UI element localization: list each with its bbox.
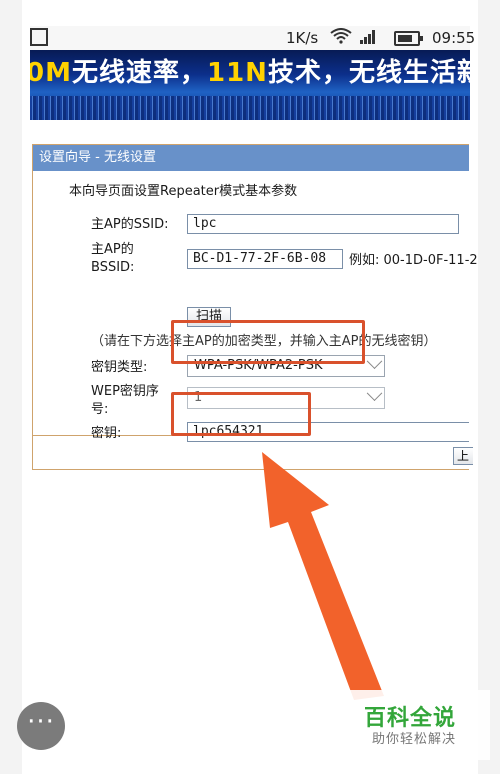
highlight-key (171, 392, 311, 436)
battery-icon (394, 31, 423, 46)
bssid-label-line2: BSSID: (91, 260, 135, 275)
banner-text-tail: 技术，无线生活新 (267, 58, 470, 88)
bssid-example: 例如: 00-1D-0F-11-2 (349, 253, 478, 268)
key-label: 密钥: (91, 426, 122, 441)
ssid-label: 主AP的SSID: (91, 217, 169, 232)
bssid-input[interactable]: BC-D1-77-2F-6B-08 (187, 249, 343, 269)
status-bar: 1K/s 09:55 (30, 26, 475, 50)
banner-stripes (30, 96, 470, 120)
network-rate: 1K/s (286, 29, 319, 47)
screenshot-icon (30, 28, 48, 46)
more-menu-button[interactable]: ··· (17, 702, 65, 750)
chevron-down-icon (366, 353, 383, 370)
chevron-down-icon (366, 385, 383, 402)
key-type-label: 密钥类型: (91, 360, 148, 375)
signal-icon (360, 30, 376, 44)
next-button[interactable]: 上 (453, 447, 473, 465)
wizard-intro: 本向导页面设置Repeater模式基本参数 (69, 184, 298, 199)
watermark-subtitle: 助你轻松解决 (372, 732, 457, 747)
router-banner: 0M无线速率，11N技术，无线生活新 (30, 50, 470, 120)
wizard-title: 设置向导 - 无线设置 (33, 145, 469, 171)
wep-index-label-line1: WEP密钥序 (91, 384, 159, 399)
banner-text-mid: 无线速率， (71, 58, 207, 88)
watermark: 百科全说 助你轻松解决 (350, 690, 490, 760)
highlight-key-type (171, 320, 365, 364)
wifi-icon (330, 28, 352, 48)
ssid-input[interactable]: lpc (187, 214, 459, 234)
bssid-label-line1: 主AP的 (91, 242, 134, 257)
wep-index-label-line2: 号: (91, 402, 109, 417)
banner-text-lead: 0M (30, 58, 72, 88)
banner-text-hl: 11N (206, 58, 268, 88)
clock: 09:55 (432, 29, 476, 47)
